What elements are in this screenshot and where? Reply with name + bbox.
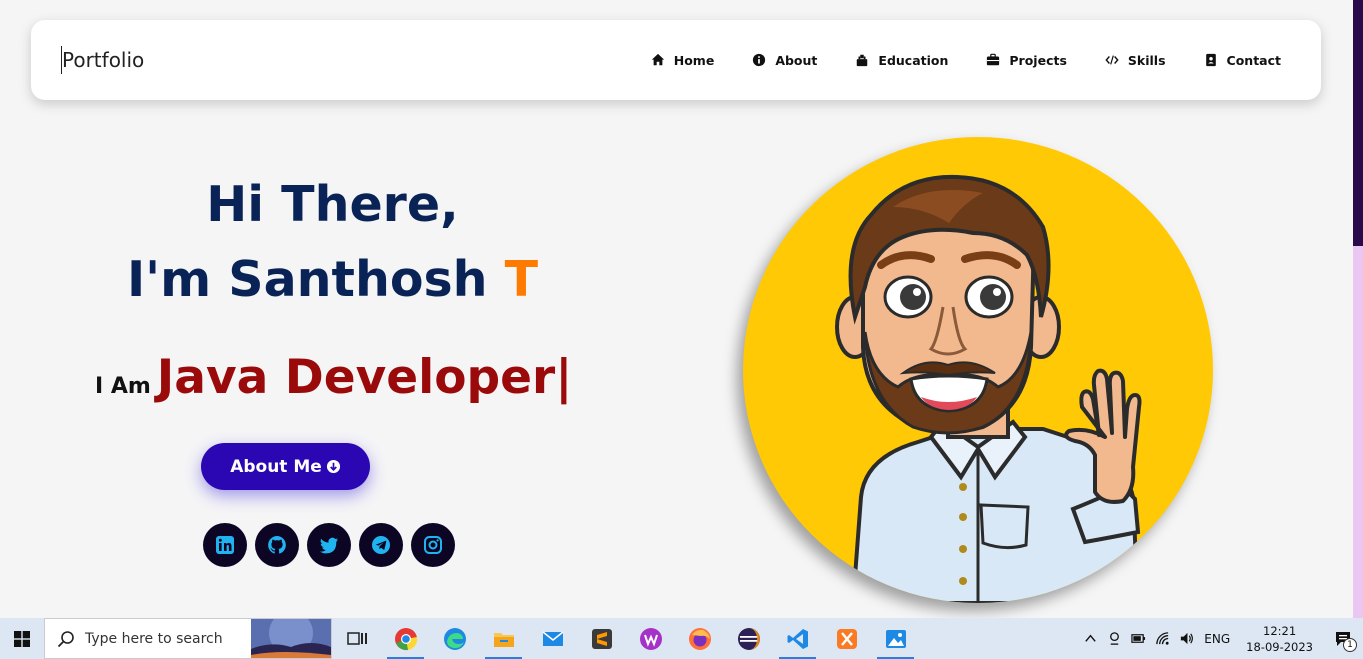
nav-item-label: Skills — [1127, 52, 1166, 68]
code-icon — [1105, 55, 1119, 65]
hero-role-typed: Java Developer| — [156, 350, 573, 405]
chrome-icon — [394, 627, 417, 650]
nav-item-contact[interactable]: Contact — [1204, 53, 1281, 68]
taskbar-file-explorer[interactable] — [479, 618, 528, 659]
about-me-button[interactable]: About Me — [201, 443, 370, 490]
clock-date: 18-09-2023 — [1246, 639, 1313, 654]
telegram-icon — [372, 536, 390, 554]
nav-item-home[interactable]: Home — [651, 52, 715, 68]
taskbar-eclipse[interactable] — [724, 618, 773, 659]
hero-role: I Am Java Developer| — [95, 350, 572, 405]
sublime-icon — [591, 628, 612, 649]
hero-name: I'm Santhosh T — [0, 251, 665, 308]
windows-taskbar: Type here to search ENG 12:21 18-09-2023… — [0, 618, 1363, 659]
system-tray: ENG 12:21 18-09-2023 1 — [1078, 618, 1363, 659]
nav-item-label: Home — [673, 52, 715, 68]
speaker-icon — [1180, 632, 1193, 645]
taskbar-photos[interactable] — [871, 618, 920, 659]
info-icon — [753, 53, 766, 67]
instagram-link[interactable] — [411, 523, 455, 567]
taskbar-wps[interactable] — [626, 618, 675, 659]
taskbar-sublime[interactable] — [577, 618, 626, 659]
windows-logo-icon — [14, 630, 30, 647]
nav-item-label: Education — [878, 52, 949, 68]
battery-icon — [1131, 634, 1145, 643]
clock-time: 12:21 — [1263, 623, 1297, 638]
social-links — [203, 523, 455, 567]
page-scrollbar[interactable] — [1353, 0, 1363, 618]
linkedin-icon — [216, 536, 234, 554]
address-book-icon — [1205, 53, 1216, 67]
arrow-circle-down-icon — [326, 459, 340, 474]
nav-item-education[interactable]: Education — [855, 53, 948, 68]
tray-battery[interactable] — [1126, 618, 1150, 659]
tray-network[interactable] — [1150, 618, 1174, 659]
action-center-button[interactable]: 1 — [1323, 618, 1363, 659]
webcam-icon — [1109, 632, 1119, 645]
tray-overflow-button[interactable] — [1078, 618, 1102, 659]
telegram-link[interactable] — [359, 523, 403, 567]
nav-item-label: Contact — [1226, 52, 1281, 68]
hero-role-label: I Am — [95, 374, 151, 399]
taskbar-xampp[interactable] — [822, 618, 871, 659]
nav-item-label: Projects — [1009, 52, 1067, 68]
firefox-icon — [688, 627, 711, 650]
twitter-link[interactable] — [307, 523, 351, 567]
scrollbar-thumb[interactable] — [1353, 0, 1363, 246]
taskbar-edge[interactable] — [430, 618, 479, 659]
wps-icon — [639, 627, 662, 650]
edge-icon — [443, 627, 466, 650]
search-icon — [57, 630, 74, 647]
home-icon — [651, 53, 664, 66]
taskbar-clock[interactable]: 12:21 18-09-2023 — [1236, 623, 1323, 655]
search-placeholder: Type here to search — [85, 630, 223, 647]
about-me-label: About Me — [230, 456, 322, 477]
nav-item-projects[interactable]: Projects — [986, 53, 1067, 68]
graduation-icon — [857, 54, 868, 67]
xampp-icon — [836, 628, 857, 649]
wifi-icon — [1156, 632, 1169, 645]
vscode-icon — [787, 628, 808, 649]
github-link[interactable] — [255, 523, 299, 567]
taskbar-mail[interactable] — [528, 618, 577, 659]
hero-name-accent: T — [504, 251, 539, 308]
hero-greeting: Hi There, — [206, 176, 459, 233]
taskbar-search-box[interactable]: Type here to search — [44, 618, 332, 659]
taskbar-vscode[interactable] — [773, 618, 822, 659]
taskbar-firefox[interactable] — [675, 618, 724, 659]
eclipse-icon — [737, 627, 760, 650]
profile-avatar — [743, 137, 1213, 603]
linkedin-link[interactable] — [203, 523, 247, 567]
file-explorer-icon — [493, 632, 514, 647]
hero-name-text: I'm Santhosh — [126, 251, 505, 308]
start-button[interactable] — [0, 618, 44, 659]
tray-meet-now[interactable] — [1102, 618, 1126, 659]
task-view-icon — [346, 631, 367, 645]
avatar-illustration — [835, 174, 1142, 603]
input-language[interactable]: ENG — [1198, 632, 1236, 646]
nav-item-skills[interactable]: Skills — [1105, 53, 1166, 68]
search-highlight-image — [251, 619, 331, 658]
brand-logo[interactable]: Portfolio — [61, 46, 144, 74]
navbar: Portfolio Home About Education Projects … — [31, 20, 1321, 100]
instagram-icon — [424, 536, 442, 554]
notification-badge: 1 — [1343, 638, 1357, 652]
mail-icon — [542, 630, 563, 646]
chevron-up-icon — [1085, 634, 1096, 642]
taskbar-chrome[interactable] — [381, 618, 430, 659]
task-view-button[interactable] — [332, 618, 381, 659]
photos-icon — [885, 629, 906, 648]
nav-item-about[interactable]: About — [752, 53, 817, 68]
github-icon — [268, 536, 286, 554]
tray-volume[interactable] — [1174, 618, 1198, 659]
nav-menu: Home About Education Projects Skills Con… — [651, 20, 1281, 100]
briefcase-icon — [987, 53, 1000, 66]
nav-item-label: About — [775, 52, 818, 68]
twitter-icon — [320, 537, 338, 554]
